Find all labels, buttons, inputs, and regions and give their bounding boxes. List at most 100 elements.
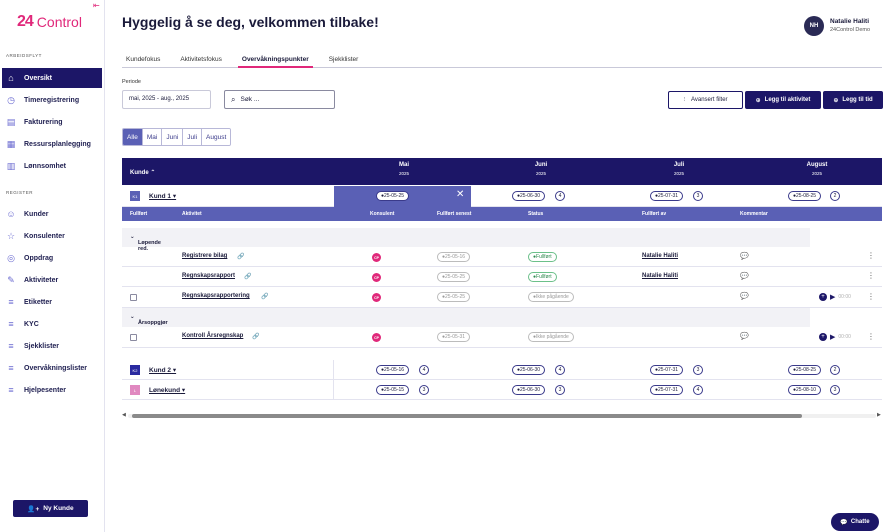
more-options-icon[interactable]: ⋮ xyxy=(867,251,875,260)
sidebar-item-label: Konsulenter xyxy=(24,232,65,240)
link-icon[interactable]: 🔗 xyxy=(252,333,259,340)
date-chip[interactable]: ● 25-08-10 xyxy=(788,385,822,395)
completed-checkbox[interactable] xyxy=(130,294,137,301)
sidebar-item-konsulenter[interactable]: ☆ Konsulenter xyxy=(2,226,102,246)
sidebar-item-kyc[interactable]: ≡ KYC xyxy=(2,314,102,334)
kunde-column-header[interactable]: Kunde ⌃ xyxy=(130,169,155,176)
sidebar-item-label: Hjelpesenter xyxy=(24,386,67,394)
sidebar-item-oppdrag[interactable]: ◎ Oppdrag xyxy=(2,248,102,268)
avatar[interactable]: NH xyxy=(804,16,824,36)
activity-row: Registrere bilag 🔗 CP ● 25-05-16 ● Fullf… xyxy=(122,247,882,267)
app-logo[interactable]: 24 Control xyxy=(17,13,82,31)
new-customer-button[interactable]: 👤+ Ny Kunde xyxy=(13,500,88,517)
group-row[interactable]: ⌄ Løpende red. xyxy=(122,228,810,252)
sidebar-item-oversikt[interactable]: ⌂ Oversikt xyxy=(2,68,102,88)
sidebar-item-sjekklister[interactable]: ≡ Sjekklister xyxy=(2,336,102,356)
date-chip[interactable]: ● 25-05-16 xyxy=(376,365,410,375)
plus-circle-icon: ⊕ xyxy=(755,97,761,104)
customer-name[interactable]: Lønekund ▾ xyxy=(149,386,185,394)
month-header-juni: Juni 2025 xyxy=(534,162,548,176)
activity-name[interactable]: Regnskapsrapport xyxy=(182,273,235,279)
view-tabs: Kundefokus Aktivitetsfokus Overvåkningsp… xyxy=(122,54,882,68)
customer-name[interactable]: Kund 1 ▾ xyxy=(149,192,176,200)
selected-month-cell[interactable]: ● 25-05-25 ✕ xyxy=(334,186,471,207)
activity-row: Regnskapsrapport 🔗 CP ● 25-05-25 ● Fullf… xyxy=(122,267,882,287)
activity-name[interactable]: Registrere bilag xyxy=(182,253,227,259)
play-icon[interactable]: ▶ xyxy=(830,333,835,341)
consultant-badge: CP xyxy=(372,273,381,282)
group-row[interactable]: ⌄ Årsoppgjør xyxy=(122,308,810,327)
comment-icon[interactable]: 💬 xyxy=(740,292,749,300)
play-icon[interactable]: ▶ xyxy=(830,293,835,301)
link-icon[interactable]: 🔗 xyxy=(237,253,244,260)
customer-tag: K1 xyxy=(130,191,140,201)
count-badge: 2 xyxy=(830,191,840,201)
period-input[interactable]: mai, 2025 - aug., 2025 xyxy=(122,90,211,109)
month-filter-all[interactable]: Alle xyxy=(123,129,143,145)
sidebar-item-label: Timeregistrering xyxy=(24,96,80,104)
sidebar-item-fakturering[interactable]: ▤ Fakturering xyxy=(2,112,102,132)
comment-icon[interactable]: 💬 xyxy=(740,252,749,260)
sidebar-item-aktiviteter[interactable]: ✎ Aktiviteter xyxy=(2,270,102,290)
advanced-filter-button[interactable]: ⫶ Avansert filter xyxy=(668,91,743,109)
add-time-button[interactable]: ⊕ Legg til tid xyxy=(823,91,883,109)
chat-button[interactable]: 💬 Chatte xyxy=(831,513,879,531)
date-chip[interactable]: ● 25-07-31 xyxy=(650,365,684,375)
search-input[interactable]: ⌕ Søk ... xyxy=(224,90,335,109)
collapse-sidebar-icon[interactable]: ⇤ xyxy=(93,1,101,11)
sidebar-item-hjelpesenter[interactable]: ≡ Hjelpesenter xyxy=(2,380,102,400)
month-filter-juli[interactable]: Juli xyxy=(183,129,203,145)
activity-name[interactable]: Kontroll Årsregnskap xyxy=(182,333,243,339)
timer: + ▶ 00:00 xyxy=(819,333,851,341)
close-icon[interactable]: ✕ xyxy=(456,189,464,200)
date-chip[interactable]: ● 25-08-25 xyxy=(788,365,822,375)
more-options-icon[interactable]: ⋮ xyxy=(867,292,875,301)
sidebar-item-l-nnsomhet[interactable]: ▥ Lønnsomhet xyxy=(2,156,102,176)
add-activity-button[interactable]: ⊕ Legg til aktivitet xyxy=(745,91,821,109)
sidebar-item-timeregistrering[interactable]: ◷ Timeregistrering xyxy=(2,90,102,110)
link-icon[interactable]: 🔗 xyxy=(244,273,251,280)
activity-name[interactable]: Regnskapsrapportering xyxy=(182,293,250,299)
date-chip[interactable]: ● 25-07-31 xyxy=(650,385,684,395)
month-filter-mai[interactable]: Mai xyxy=(142,129,163,145)
link-icon[interactable]: 🔗 xyxy=(261,293,268,300)
scroll-thumb[interactable] xyxy=(132,414,802,418)
more-options-icon[interactable]: ⋮ xyxy=(867,332,875,341)
date-chip[interactable]: ● 25-06-30 xyxy=(512,385,546,395)
sidebar-item-overv-kningslister[interactable]: ≡ Overvåkningslister xyxy=(2,358,102,378)
month-filter-juni[interactable]: Juni xyxy=(162,129,184,145)
sidebar-item-label: Etiketter xyxy=(24,298,53,306)
scroll-left-icon[interactable]: ◀ xyxy=(122,412,126,418)
date-chip[interactable]: ● 25-06-30 xyxy=(512,365,546,375)
month-filter-august[interactable]: August xyxy=(202,129,231,145)
date-chip[interactable]: ● 25-08-25 xyxy=(788,191,822,201)
comment-icon[interactable]: 💬 xyxy=(740,272,749,280)
col-aktivitet: Aktivitet xyxy=(182,211,202,217)
tab-aktivitetsfokus[interactable]: Aktivitetsfokus xyxy=(176,54,226,68)
tab-sjekklister[interactable]: Sjekklister xyxy=(325,54,363,68)
invoice-icon: ▤ xyxy=(6,116,16,127)
completed-by[interactable]: Natalie Haliti xyxy=(642,253,678,259)
tab-overvakningspunkter[interactable]: Overvåkningspunkter xyxy=(237,54,313,68)
add-time-icon[interactable]: + xyxy=(819,333,827,341)
add-time-icon[interactable]: + xyxy=(819,293,827,301)
date-chip[interactable]: ● 25-05-25 xyxy=(376,191,410,201)
logo-mark: 24 xyxy=(17,13,34,30)
completed-checkbox[interactable] xyxy=(130,334,137,341)
completed-by[interactable]: Natalie Haliti xyxy=(642,273,678,279)
scroll-right-icon[interactable]: ▶ xyxy=(877,412,881,418)
status-badge: ● Fullført xyxy=(528,272,557,282)
more-options-icon[interactable]: ⋮ xyxy=(867,271,875,280)
customer-name[interactable]: Kund 2 ▾ xyxy=(149,366,176,374)
col-kommentar: Kommentar xyxy=(740,211,768,217)
tab-kundefokus[interactable]: Kundefokus xyxy=(122,54,164,68)
comment-icon[interactable]: 💬 xyxy=(740,332,749,340)
date-chip[interactable]: ● 25-06-30 xyxy=(512,191,546,201)
sidebar-item-ressursplanlegging[interactable]: ▦ Ressursplanlegging xyxy=(2,134,102,154)
sidebar-item-etiketter[interactable]: ≡ Etiketter xyxy=(2,292,102,312)
date-chip[interactable]: ● 25-05-15 xyxy=(376,385,410,395)
sidebar-item-kunder[interactable]: ☺ Kunder xyxy=(2,204,102,224)
horizontal-scrollbar[interactable]: ◀ ▶ xyxy=(122,412,882,419)
count-badge: 3 xyxy=(555,385,565,395)
date-chip[interactable]: ● 25-07-31 xyxy=(650,191,684,201)
